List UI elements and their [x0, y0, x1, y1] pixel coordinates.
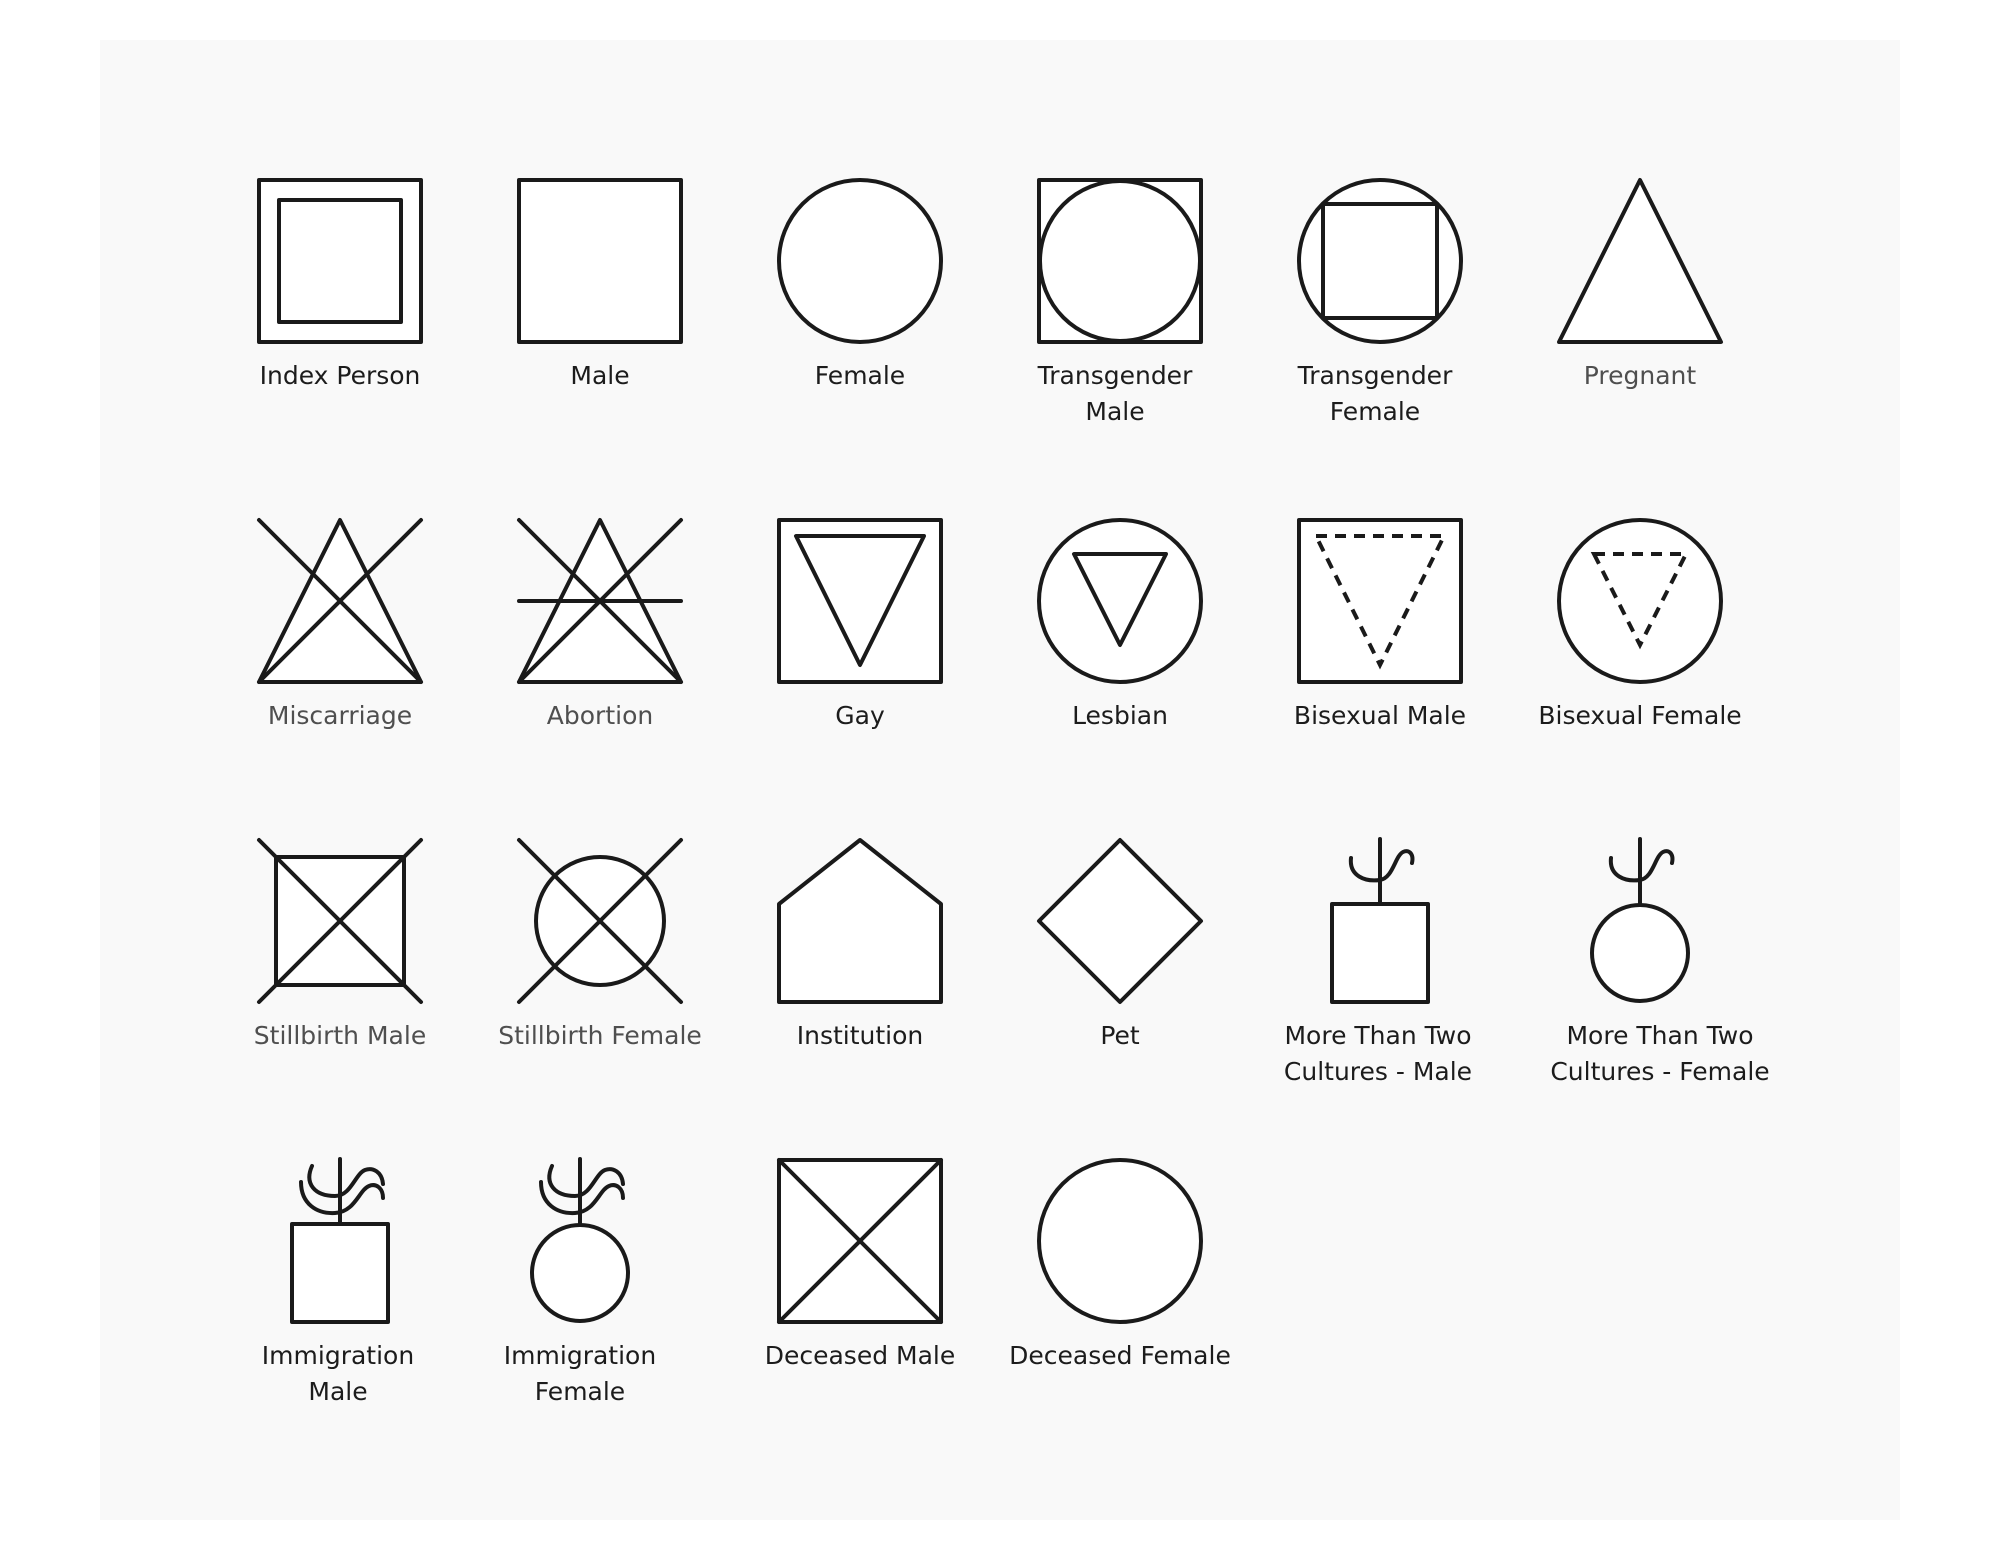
circle — [1038, 179, 1202, 343]
circle — [1590, 903, 1690, 1003]
symbol-label: Pet — [1100, 1021, 1140, 1050]
symbol-label: Miscarriage — [267, 701, 413, 730]
symbol-label: More Than Two Cultures - Female — [1550, 1021, 1770, 1086]
crossed-triangle-icon — [257, 518, 423, 684]
symbol-label: Lesbian — [1072, 701, 1168, 730]
symbol-label: Gay — [835, 701, 885, 730]
square — [1297, 518, 1463, 684]
square — [1321, 202, 1439, 320]
diamond — [1037, 838, 1203, 1004]
symbol-label: Transgender Female — [1297, 361, 1453, 426]
symbol-label: Immigration Female — [503, 1341, 657, 1406]
symbol-label: Deceased Female — [1009, 1341, 1231, 1370]
symbol-label: Stillbirth Male — [253, 1021, 427, 1050]
symbol-label: Stillbirth Female — [498, 1021, 702, 1050]
symbol-label: Bisexual Male — [1293, 701, 1467, 730]
double-square-icon — [257, 178, 423, 344]
circle-icon — [1037, 1158, 1203, 1324]
circle-icon — [777, 178, 943, 344]
circle — [1037, 1158, 1203, 1324]
dashed-triangle-in-circle-icon — [1557, 518, 1723, 684]
immigration-curve-inner — [307, 1164, 385, 1198]
symbol-label: Institution — [796, 1021, 924, 1050]
immigration-curve-inner — [547, 1164, 625, 1198]
culture-circle-icon — [1590, 837, 1690, 1003]
symbol-label: Pregnant — [1583, 361, 1697, 390]
symbol-label: Bisexual Female — [1538, 701, 1742, 730]
square — [290, 1222, 390, 1324]
symbol-label: Male — [570, 361, 630, 390]
house-pentagon-icon — [777, 838, 943, 1004]
dashed-triangle-in-square-icon — [1297, 518, 1463, 684]
triangle-icon — [1557, 178, 1723, 344]
pentagon — [777, 838, 943, 1004]
symbol-label: More Than Two Cultures - Male — [1283, 1021, 1473, 1086]
inner-square — [277, 198, 403, 324]
symbol-label: Index Person — [259, 361, 421, 390]
circle — [530, 1223, 630, 1323]
circle-in-square-icon — [1037, 178, 1203, 344]
square-in-circle-icon — [1297, 178, 1463, 344]
immigration-circle-icon — [530, 1157, 630, 1323]
triangle — [1557, 178, 1723, 344]
symbol-label: Abortion — [546, 701, 654, 730]
square — [1330, 902, 1430, 1004]
symbol-label: Transgender Male — [1037, 361, 1193, 426]
diamond-icon — [1037, 838, 1203, 1004]
symbol-legend-panel: Index Person Male Female Transgender Mal… — [100, 40, 1900, 1520]
circle — [777, 178, 943, 344]
crossed-circle-icon — [517, 838, 683, 1004]
square-icon — [517, 178, 683, 344]
symbol-label: Deceased Male — [764, 1341, 956, 1370]
crossed-triangle-bar-icon — [517, 518, 683, 684]
square — [517, 178, 683, 344]
inverted-triangle-in-circle-icon — [1037, 518, 1203, 684]
immigration-square-icon — [290, 1157, 390, 1324]
crossed-square-icon — [257, 838, 423, 1004]
x-square-icon — [777, 1158, 943, 1324]
inverted-triangle-in-square-icon — [777, 518, 943, 684]
circle — [1557, 518, 1723, 684]
culture-square-icon — [1330, 837, 1430, 1004]
